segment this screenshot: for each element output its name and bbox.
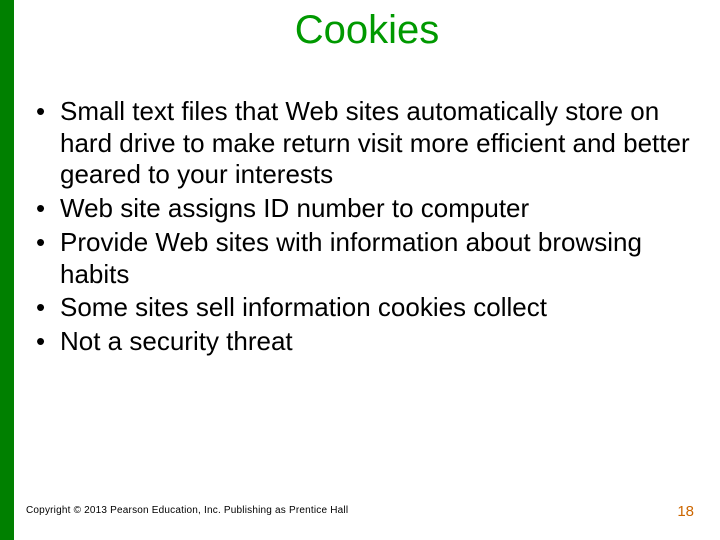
left-accent-bar	[0, 0, 14, 540]
list-item: Small text files that Web sites automati…	[32, 96, 692, 191]
list-item: Some sites sell information cookies coll…	[32, 292, 692, 324]
slide-title: Cookies	[14, 8, 720, 53]
copyright-text: Copyright © 2013 Pearson Education, Inc.…	[26, 505, 348, 516]
list-item: Web site assigns ID number to computer	[32, 193, 692, 225]
list-item: Not a security threat	[32, 326, 692, 358]
bullet-list: Small text files that Web sites automati…	[32, 96, 692, 358]
slide-body: Small text files that Web sites automati…	[32, 96, 692, 360]
slide: Cookies Small text files that Web sites …	[0, 0, 720, 540]
list-item: Provide Web sites with information about…	[32, 227, 692, 290]
page-number: 18	[677, 503, 694, 520]
